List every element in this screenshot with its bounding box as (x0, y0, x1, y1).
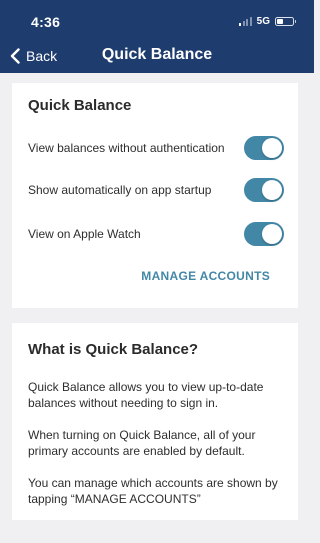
toggle-apple-watch[interactable] (244, 222, 284, 246)
setting-label: Show automatically on app startup (28, 183, 212, 197)
navigation-bar: Back Quick Balance (0, 38, 314, 73)
info-paragraph: Quick Balance allows you to view up-to-d… (28, 380, 264, 410)
info-card-title: What is Quick Balance? (28, 341, 199, 358)
setting-row-view-without-auth: View balances without authentication (28, 135, 284, 161)
manage-accounts-link[interactable]: MANAGE ACCOUNTS (141, 269, 270, 283)
setting-label: View on Apple Watch (28, 227, 141, 241)
info-paragraph: You can manage which accounts are shown … (28, 476, 278, 506)
toggle-knob (262, 138, 282, 158)
setting-row-apple-watch: View on Apple Watch (28, 221, 284, 247)
what-is-quick-balance-card: What is Quick Balance? Quick Balance all… (12, 323, 298, 520)
app-header: 4:36 5G Back Quick Balance (0, 0, 314, 73)
toggle-knob (262, 180, 282, 200)
network-type: 5G (256, 15, 270, 27)
status-time: 4:36 (31, 14, 61, 30)
toggle-view-without-auth[interactable] (244, 136, 284, 160)
setting-row-show-on-startup: Show automatically on app startup (28, 177, 284, 203)
battery-icon (275, 16, 296, 26)
toggle-knob (262, 224, 282, 244)
status-indicators: 5G (239, 15, 296, 27)
page-title: Quick Balance (101, 46, 213, 63)
quick-balance-settings-card: Quick Balance View balances without auth… (12, 83, 298, 308)
settings-card-title: Quick Balance (28, 97, 132, 114)
toggle-show-on-startup[interactable] (244, 178, 284, 202)
status-bar: 4:36 5G (0, 0, 314, 38)
cellular-signal-icon (239, 16, 252, 26)
info-paragraph: When turning on Quick Balance, all of yo… (28, 428, 256, 458)
setting-label: View balances without authentication (28, 141, 225, 155)
